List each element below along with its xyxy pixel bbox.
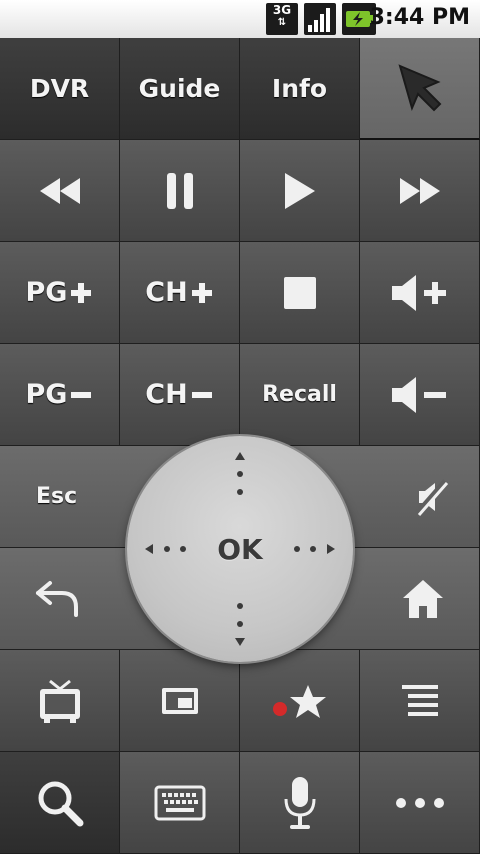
minus-icon xyxy=(71,391,92,398)
mute-icon xyxy=(415,478,449,516)
channel-up-label: CH xyxy=(145,277,188,308)
dvr-label: DVR xyxy=(29,74,90,103)
keyboard-icon xyxy=(154,785,205,820)
signal-strength-icon xyxy=(304,3,336,35)
play-button[interactable] xyxy=(240,140,360,242)
info-label: Info xyxy=(271,74,328,103)
dpad-wheel[interactable]: OK xyxy=(127,436,353,662)
menu-button[interactable] xyxy=(360,650,480,752)
volume-down-button[interactable] xyxy=(360,344,480,446)
recall-label: Recall xyxy=(262,382,337,407)
back-icon xyxy=(36,580,78,617)
plus-icon xyxy=(71,282,92,303)
microphone-button[interactable] xyxy=(240,752,360,854)
keyboard-button[interactable] xyxy=(120,752,240,854)
volume-up-icon xyxy=(391,274,446,311)
info-button[interactable]: Info xyxy=(240,38,360,140)
stop-button[interactable] xyxy=(240,242,360,344)
page-down-button[interactable]: PG xyxy=(0,344,120,446)
pause-button[interactable] xyxy=(120,140,240,242)
channel-down-label: CH xyxy=(145,379,188,410)
fast-forward-button[interactable] xyxy=(360,140,480,242)
esc-label: Esc xyxy=(36,484,78,509)
more-button[interactable] xyxy=(360,752,480,854)
tv-icon xyxy=(39,679,80,723)
rewind-icon xyxy=(39,177,80,204)
play-icon xyxy=(284,172,315,209)
plus-icon xyxy=(191,282,212,303)
guide-button[interactable]: Guide xyxy=(120,38,240,140)
pip-icon xyxy=(161,687,198,714)
record-favorite-button[interactable] xyxy=(240,650,360,752)
guide-label: Guide xyxy=(138,74,221,103)
menu-lines-icon xyxy=(401,684,438,716)
stop-icon xyxy=(283,276,316,309)
channel-down-button[interactable]: CH xyxy=(120,344,240,446)
channel-up-button[interactable]: CH xyxy=(120,242,240,344)
page-down-label: PG xyxy=(25,379,68,410)
volume-down-icon xyxy=(391,376,446,413)
volume-up-button[interactable] xyxy=(360,242,480,344)
record-favorite-icon xyxy=(272,684,326,718)
rewind-button[interactable] xyxy=(0,140,120,242)
search-icon xyxy=(38,781,83,826)
fast-forward-icon xyxy=(399,177,440,204)
pip-button[interactable] xyxy=(120,650,240,752)
status-bar: 3G ⇅ 3:44 PM xyxy=(0,0,480,39)
page-up-label: PG xyxy=(25,277,68,308)
search-button[interactable] xyxy=(0,752,120,854)
dvr-button[interactable]: DVR xyxy=(0,38,120,140)
recall-button[interactable]: Recall xyxy=(240,344,360,446)
network-3g-icon: 3G ⇅ xyxy=(266,3,298,35)
clock: 3:44 PM xyxy=(369,5,470,30)
more-icon xyxy=(395,797,444,808)
tv-button[interactable] xyxy=(0,650,120,752)
pointer-mode-button[interactable] xyxy=(360,38,480,140)
page-up-button[interactable]: PG xyxy=(0,242,120,344)
minus-icon xyxy=(191,391,212,398)
network-type-label: 3G xyxy=(272,3,292,17)
pause-icon xyxy=(166,172,193,209)
home-icon xyxy=(403,579,443,618)
pointer-arrow-icon xyxy=(397,64,441,112)
microphone-icon xyxy=(284,776,315,829)
ok-button[interactable]: OK xyxy=(127,436,353,662)
